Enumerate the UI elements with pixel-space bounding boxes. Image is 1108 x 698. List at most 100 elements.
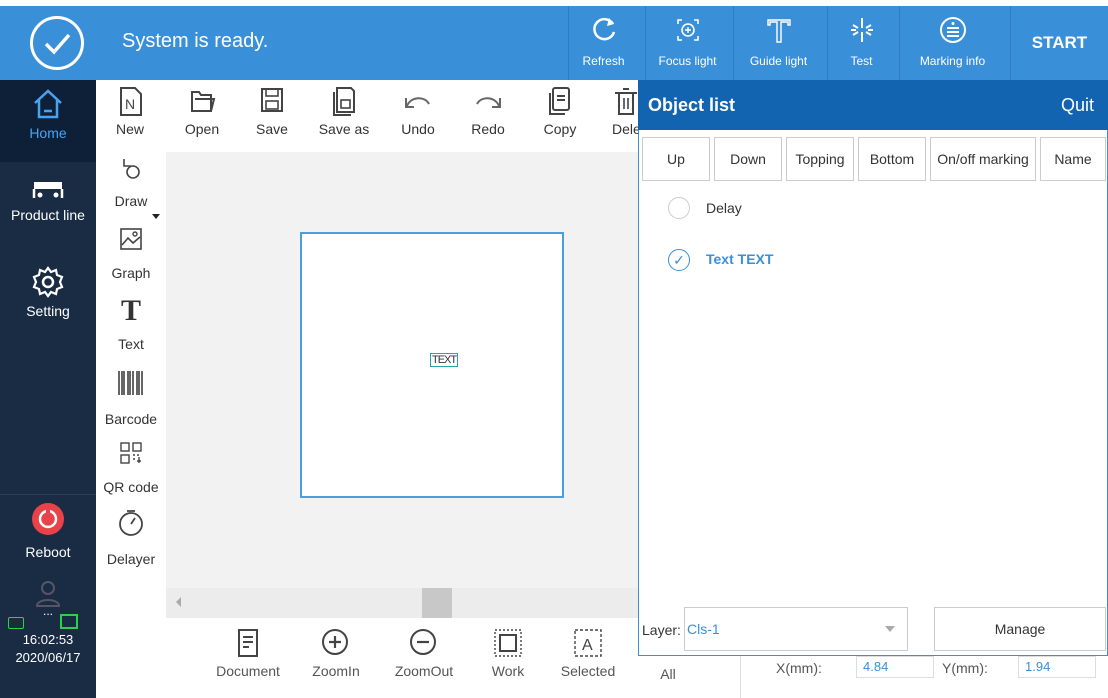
manage-button[interactable]: Manage <box>934 607 1106 651</box>
graph-tool[interactable]: Graph <box>96 226 166 281</box>
down-button[interactable]: Down <box>714 137 782 181</box>
name-button[interactable]: Name <box>1040 137 1106 181</box>
reboot-icon <box>0 501 96 540</box>
refresh-icon <box>569 12 638 48</box>
canvas-text-object[interactable]: TEXT <box>430 353 459 367</box>
delete-button[interactable]: Dele <box>598 84 638 137</box>
zoom-in-button[interactable]: ZoomIn <box>296 626 376 679</box>
save-as-icon <box>314 84 374 121</box>
bottom-button[interactable]: Bottom <box>858 137 926 181</box>
scroll-left-arrow-icon[interactable] <box>176 597 181 607</box>
on-off-marking-button[interactable]: On/off marking <box>930 137 1036 181</box>
document-label: Document <box>216 663 280 679</box>
network-icon <box>60 614 78 629</box>
redo-label: Redo <box>471 121 505 137</box>
y-field[interactable]: 1.94 <box>1018 656 1096 678</box>
home-icon <box>0 86 96 125</box>
quit-button[interactable]: Quit <box>1061 95 1094 116</box>
work-button[interactable]: Work <box>468 626 548 679</box>
qr-code-icon <box>96 440 166 469</box>
nav-product-line[interactable]: Product line <box>0 174 96 248</box>
clock-date: 2020/06/17 <box>15 650 81 665</box>
zoom-out-label: ZoomOut <box>394 663 454 679</box>
x-field[interactable]: 4.84 <box>856 656 934 678</box>
start-button[interactable]: START <box>1010 6 1108 80</box>
list-item[interactable]: ✓ Text TEXT <box>660 244 1100 278</box>
image-icon <box>96 226 166 255</box>
save-label: Save <box>256 121 288 137</box>
nav-setting[interactable]: Setting <box>0 264 96 336</box>
save-as-label: Save as <box>318 121 370 137</box>
zoom-out-button[interactable]: ZoomOut <box>384 626 464 679</box>
document-icon <box>208 626 288 663</box>
status-text: System is ready. <box>122 30 269 52</box>
nav-product-line-label: Product line <box>11 207 85 223</box>
graph-label: Graph <box>111 265 151 281</box>
test-button[interactable]: Test <box>827 6 895 80</box>
save-as-button[interactable]: Save as <box>314 84 374 137</box>
copy-icon <box>530 84 590 121</box>
zoom-in-label: ZoomIn <box>312 663 360 679</box>
nav-reboot[interactable]: Reboot <box>0 494 96 570</box>
document-button[interactable]: Document <box>208 626 288 679</box>
trash-icon <box>598 84 638 121</box>
horizontal-scrollbar[interactable] <box>166 588 638 618</box>
refresh-button[interactable]: Refresh <box>568 6 638 80</box>
redo-button[interactable]: Redo <box>458 84 518 137</box>
nav-home[interactable]: Home <box>0 80 96 162</box>
layer-select[interactable]: Cls-1 <box>684 607 908 651</box>
radio-checked-icon[interactable]: ✓ <box>668 249 690 271</box>
layer-value: Cls-1 <box>687 621 720 637</box>
selected-label: Selected <box>560 663 616 679</box>
y-label: Y(mm): <box>942 660 988 676</box>
list-item[interactable]: Delay <box>660 192 1100 226</box>
new-file-icon: N <box>100 84 160 121</box>
object-list-header: Object list Quit <box>638 80 1108 130</box>
more-dots[interactable]: ... <box>0 604 96 618</box>
timer-icon <box>96 508 166 541</box>
marking-info-button[interactable]: Marking info <box>899 6 1005 80</box>
guide-light-button[interactable]: Guide light <box>733 6 823 80</box>
undo-button[interactable]: Undo <box>388 84 448 137</box>
object-list-title: Object list <box>648 95 736 115</box>
open-button[interactable]: Open <box>172 84 232 137</box>
qr-code-tool[interactable]: QR code <box>96 440 166 495</box>
new-label: New <box>115 121 144 137</box>
copy-button[interactable]: Copy <box>530 84 590 137</box>
folder-open-icon <box>172 84 232 121</box>
barcode-tool[interactable]: Barcode <box>96 368 166 427</box>
nav-setting-label: Setting <box>26 303 70 319</box>
undo-label: Undo <box>401 121 435 137</box>
delete-label: Dele <box>612 121 638 137</box>
focus-light-button[interactable]: Focus light <box>645 6 729 80</box>
focus-light-label: Focus light <box>658 54 717 68</box>
save-button[interactable]: Save <box>242 84 302 137</box>
selected-button[interactable]: A Selected <box>548 626 628 679</box>
delayer-tool[interactable]: Delayer <box>96 508 166 567</box>
draw-icon <box>96 156 166 185</box>
draw-tool[interactable]: Draw <box>96 156 166 209</box>
draw-dropdown-icon[interactable] <box>152 214 160 219</box>
text-tool[interactable]: T Text <box>96 294 166 353</box>
guide-light-label: Guide light <box>749 54 808 68</box>
zoom-out-icon <box>384 626 464 663</box>
clock-time: 16:02:53 <box>22 632 74 647</box>
info-icon <box>900 12 1005 48</box>
up-button[interactable]: Up <box>642 137 710 181</box>
product-line-icon <box>0 174 96 207</box>
all-button[interactable]: All <box>628 652 708 682</box>
topping-button[interactable]: Topping <box>786 137 854 181</box>
top-bar: System is ready. Refresh Focus light Gui… <box>0 6 1108 80</box>
text-icon: T <box>120 294 141 327</box>
refresh-label: Refresh <box>582 54 625 68</box>
selected-icon: A <box>548 626 628 663</box>
focus-light-icon <box>646 12 729 48</box>
nav-home-label: Home <box>29 125 67 141</box>
new-button[interactable]: N New <box>100 84 160 137</box>
scroll-thumb[interactable] <box>422 588 452 618</box>
text-label: Text <box>118 336 144 352</box>
list-item-label: Text TEXT <box>706 251 774 267</box>
chevron-down-icon[interactable] <box>885 626 895 632</box>
layer-label: Layer: <box>642 622 681 638</box>
radio-unchecked-icon[interactable] <box>668 197 690 219</box>
